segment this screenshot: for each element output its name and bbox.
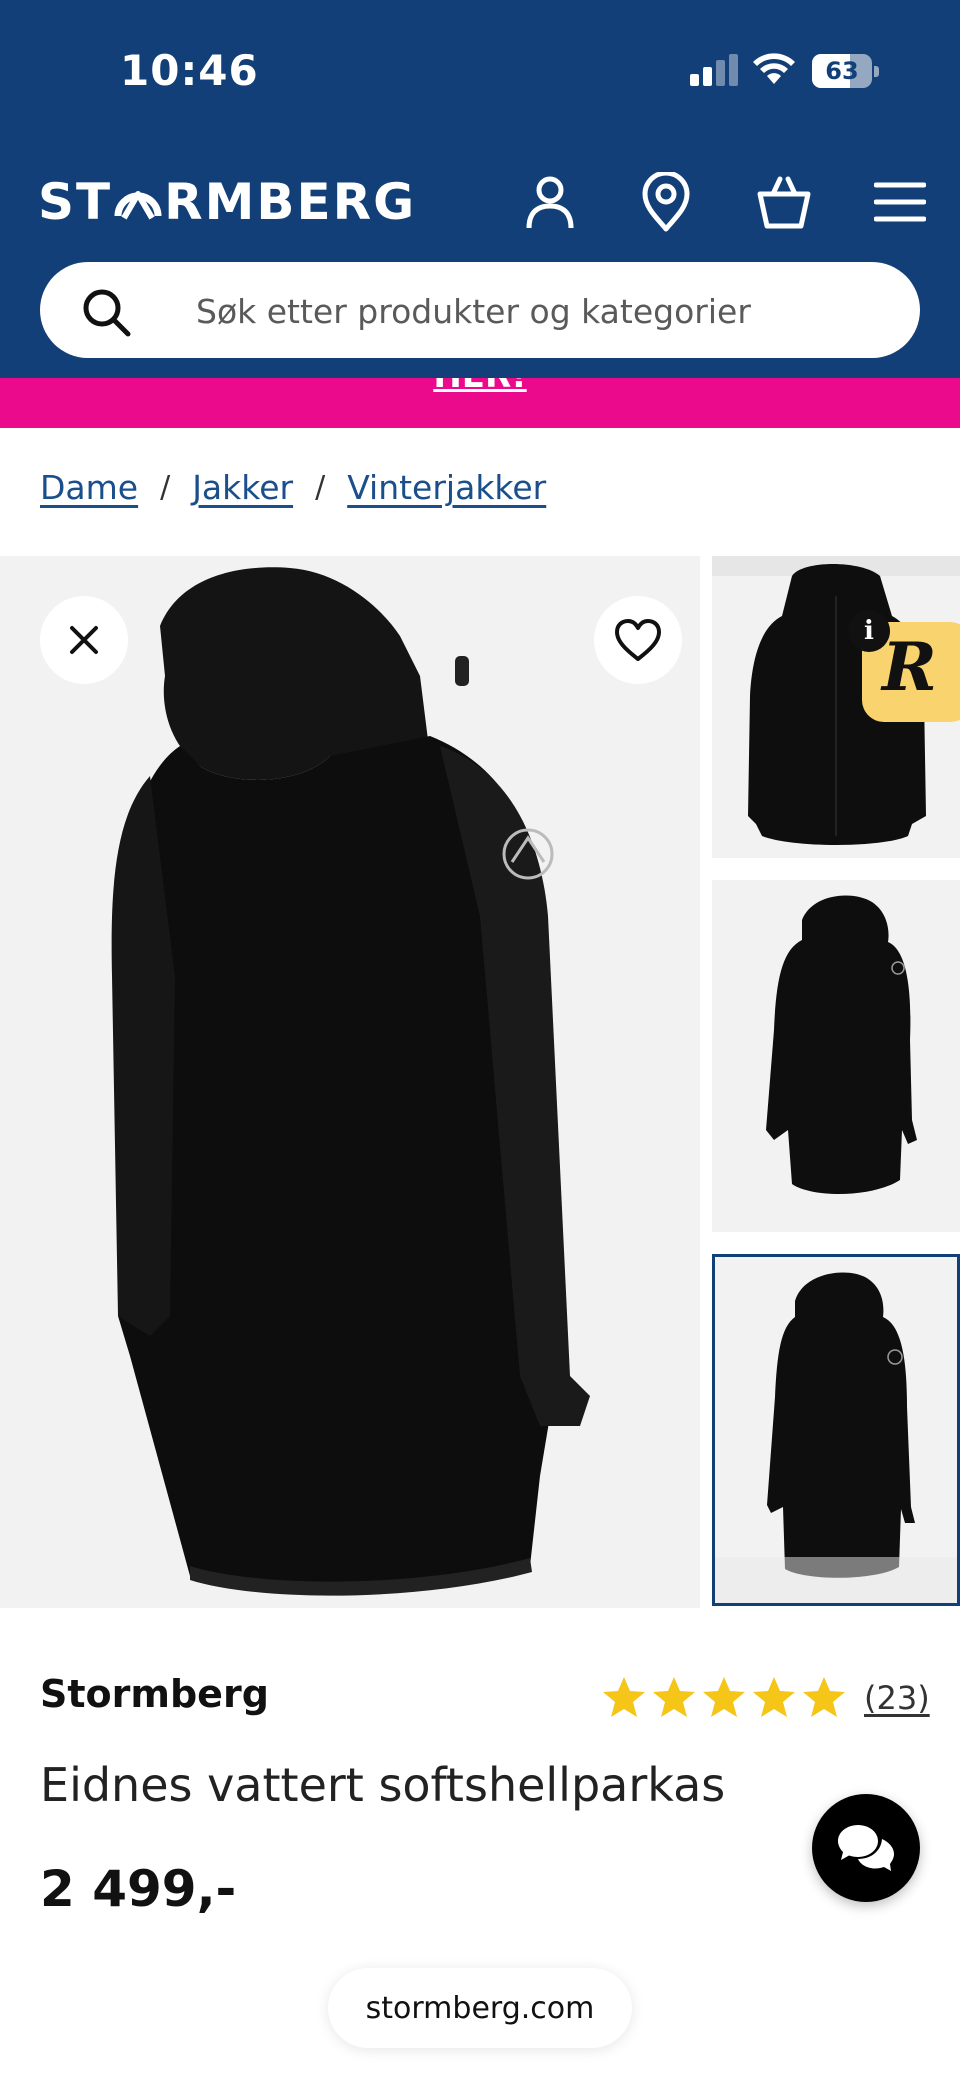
account-button[interactable] — [520, 172, 580, 232]
cart-icon — [757, 176, 811, 229]
star-icon — [703, 1677, 745, 1717]
menu-icon — [874, 182, 926, 222]
logo-mountain-icon — [114, 191, 162, 220]
favorite-button[interactable] — [594, 596, 682, 684]
cellular-signal-icon — [690, 54, 738, 86]
cart-button[interactable] — [754, 172, 814, 232]
battery-indicator: 63 — [812, 54, 880, 88]
store-locator-icon — [642, 172, 690, 232]
parka-back-view-image — [111, 567, 590, 1596]
browser-url-bar[interactable]: stormberg.com — [328, 1968, 632, 2048]
breadcrumb-item-vinterjakker[interactable]: Vinterjakker — [347, 468, 546, 507]
chat-bubbles-icon — [838, 1825, 894, 1871]
product-price: 2 499,- — [40, 1860, 237, 1918]
gallery-thumbnail-2[interactable] — [712, 880, 960, 1232]
breadcrumb: Dame / Jakker / Vinterjakker — [40, 468, 546, 507]
logo-text-left: ST — [38, 173, 113, 231]
product-title: Eidnes vattert softshellparkas — [40, 1758, 726, 1812]
account-icon — [526, 176, 574, 229]
battery-level: 63 — [825, 57, 859, 85]
star-icon — [753, 1677, 795, 1717]
browser-url: stormberg.com — [365, 1990, 595, 2026]
breadcrumb-separator: / — [160, 470, 171, 505]
close-button[interactable] — [40, 596, 128, 684]
chat-button[interactable] — [812, 1794, 920, 1902]
gallery-thumbnail-3[interactable] — [712, 1254, 960, 1606]
breadcrumb-item-dame[interactable]: Dame — [40, 468, 138, 507]
site-header: 10:46 63 ST RMBERG Søk etter produkter o… — [0, 0, 960, 378]
store-locator-button[interactable] — [636, 172, 696, 232]
rating-stars — [600, 1674, 850, 1722]
rewards-logo: R — [882, 628, 937, 706]
product-rating[interactable]: (23) — [600, 1674, 930, 1722]
product-brand[interactable]: Stormberg — [40, 1672, 269, 1716]
logo-text-right: RMBERG — [164, 173, 417, 231]
star-icon — [653, 1677, 695, 1717]
promo-link[interactable]: HER! — [0, 378, 960, 396]
menu-button[interactable] — [870, 172, 930, 232]
search-icon — [83, 289, 131, 337]
status-bar: 10:46 63 — [0, 0, 960, 140]
parka-back-thumbnail-image — [715, 1272, 957, 1603]
info-icon[interactable]: i — [848, 610, 890, 652]
promo-banner[interactable]: HER! — [0, 378, 960, 428]
star-icon — [803, 1677, 845, 1717]
close-icon — [70, 626, 98, 654]
main-product-image[interactable] — [0, 556, 700, 1608]
stormberg-logo[interactable]: ST RMBERG — [38, 172, 416, 232]
heart-icon — [615, 619, 661, 661]
search-placeholder: Søk etter produkter og kategorier — [196, 292, 751, 331]
star-icon — [603, 1677, 645, 1717]
breadcrumb-item-jakker[interactable]: Jakker — [192, 468, 293, 507]
parka-side-thumbnail-image — [766, 895, 917, 1195]
wifi-icon — [753, 53, 795, 84]
review-count-link[interactable]: (23) — [864, 1679, 930, 1717]
search-input[interactable]: Søk etter produkter og kategorier — [40, 262, 920, 358]
breadcrumb-separator: / — [315, 470, 326, 505]
status-time: 10:46 — [120, 46, 259, 95]
